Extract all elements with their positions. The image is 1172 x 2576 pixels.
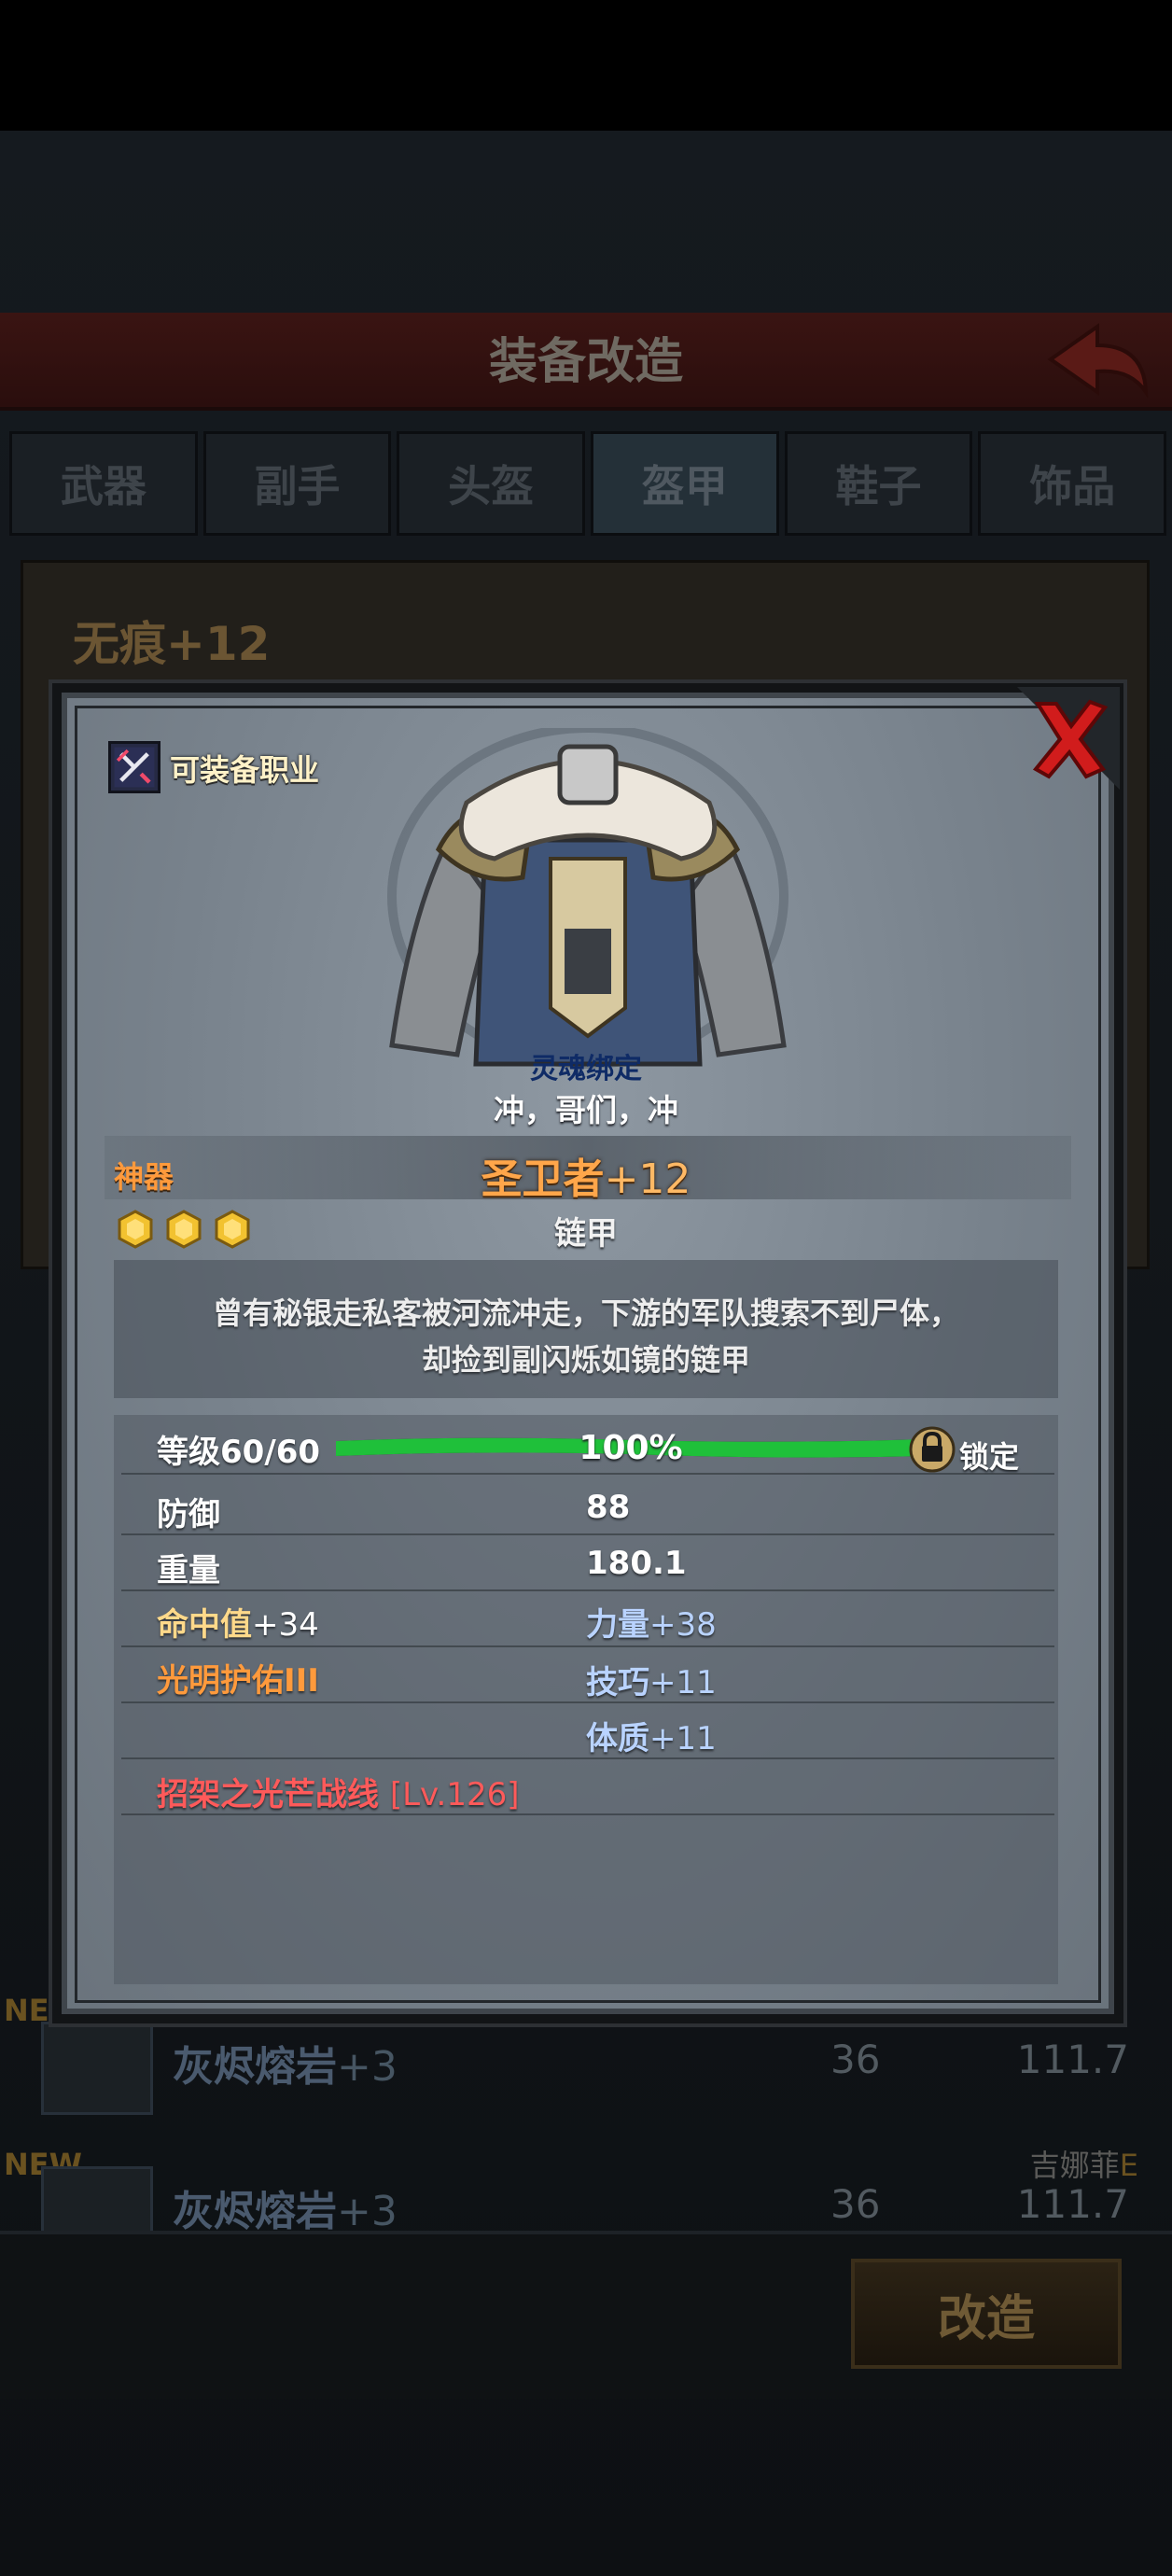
item-enhance: +3 bbox=[337, 2188, 398, 2235]
stat-row-blessing-dex: 光明护佑III 技巧+11 bbox=[121, 1647, 1054, 1703]
con-value: +11 bbox=[649, 1720, 717, 1757]
page-title: 装备改造 bbox=[488, 334, 683, 390]
hit-value: +34 bbox=[252, 1606, 319, 1644]
list-item[interactable]: 灰烬熔岩+3 36 111.7 bbox=[37, 2016, 1148, 2119]
dex-label: 技巧 bbox=[586, 1664, 649, 1701]
tab-weapon[interactable]: 武器 bbox=[9, 431, 198, 536]
item-title: 圣卫者+12 bbox=[0, 1145, 1172, 1205]
modify-button[interactable]: 改造 bbox=[851, 2259, 1122, 2369]
owner-suffix: E bbox=[1119, 2148, 1138, 2183]
str-value: +38 bbox=[649, 1606, 717, 1644]
item-weight: 111.7 bbox=[1016, 2037, 1129, 2082]
tab-shoes[interactable]: 鞋子 bbox=[784, 431, 973, 536]
category-tabs: 武器 副手 头盔 盔甲 鞋子 饰品 bbox=[9, 431, 1167, 536]
lock-label[interactable]: 锁定 bbox=[959, 1434, 1019, 1477]
item-owner-text: 冲，哥们，冲 bbox=[494, 1092, 678, 1128]
dex-stat: 技巧+11 bbox=[586, 1657, 717, 1702]
tab-armor[interactable]: 盔甲 bbox=[591, 431, 779, 536]
item-name-wrap: 灰烬熔岩+3 bbox=[173, 2177, 398, 2237]
item-weight: 111.7 bbox=[1016, 2181, 1129, 2227]
lock-icon[interactable] bbox=[909, 1424, 956, 1473]
owner-text: 吉娜菲 bbox=[1029, 2148, 1120, 2183]
description-line-1: 曾有秘银走私客被河流冲走，下游的军队搜索不到尸体， bbox=[212, 1295, 959, 1331]
stat-row-con: 体质+11 bbox=[121, 1703, 1054, 1759]
defense-value: 88 bbox=[586, 1489, 631, 1526]
status-bar bbox=[0, 0, 1172, 131]
weight-label: 重量 bbox=[157, 1552, 220, 1589]
chainmail-armor-image bbox=[387, 728, 788, 1069]
stat-row-hit-str: 命中值+34 力量+38 bbox=[121, 1591, 1054, 1647]
con-label: 体质 bbox=[586, 1720, 649, 1757]
soulbound-label: 灵魂绑定 bbox=[530, 1053, 642, 1085]
tab-accessory[interactable]: 饰品 bbox=[978, 431, 1167, 536]
tab-offhand[interactable]: 副手 bbox=[202, 431, 392, 536]
defense-label: 防御 bbox=[157, 1496, 220, 1533]
item-level: 36 bbox=[830, 2181, 881, 2227]
tab-helmet[interactable]: 头盔 bbox=[397, 431, 586, 536]
item-name: 灰烬熔岩 bbox=[173, 2043, 337, 2091]
skill-stat: 招架之光芒战线 [Lv.126] bbox=[157, 1769, 520, 1814]
item-thumbnail bbox=[41, 2022, 153, 2115]
item-description: 曾有秘银走私客被河流冲走，下游的军队搜索不到尸体， 却捡到副闪烁如镜的链甲 bbox=[114, 1290, 1058, 1383]
item-name: 圣卫者 bbox=[481, 1155, 605, 1203]
selected-item-name: 无痕+12 bbox=[73, 617, 271, 671]
equippable-class-label[interactable]: 可装备职业 bbox=[170, 747, 319, 790]
item-enhance-level: +12 bbox=[604, 1155, 691, 1203]
str-stat: 力量+38 bbox=[586, 1599, 717, 1645]
level-label: 等级60/60 bbox=[157, 1434, 321, 1471]
item-enhance: +3 bbox=[337, 2043, 398, 2091]
item-level: 36 bbox=[830, 2037, 881, 2082]
dex-value: +11 bbox=[649, 1664, 717, 1701]
item-type: 链甲 bbox=[554, 1215, 618, 1253]
item-name: 灰烬熔岩 bbox=[173, 2188, 337, 2235]
item-name-wrap: 灰烬熔岩+3 bbox=[173, 2033, 398, 2093]
hit-stat: 命中值+34 bbox=[157, 1599, 319, 1645]
back-arrow-icon[interactable] bbox=[1041, 317, 1153, 401]
con-stat: 体质+11 bbox=[586, 1713, 717, 1758]
str-label: 力量 bbox=[586, 1606, 649, 1644]
stat-row-defense: 防御 88 bbox=[121, 1479, 1054, 1535]
skill-level: [Lv.126] bbox=[389, 1776, 520, 1813]
owner-name: 吉娜菲E bbox=[1030, 2142, 1138, 2185]
weight-value: 180.1 bbox=[586, 1545, 687, 1582]
skill-name: 招架之光芒战线 bbox=[157, 1776, 379, 1813]
level-percent: 100% bbox=[579, 1429, 683, 1467]
description-line-2: 却捡到副闪烁如镜的链甲 bbox=[421, 1342, 750, 1378]
close-icon[interactable] bbox=[1017, 687, 1120, 790]
class-icon[interactable] bbox=[108, 741, 160, 793]
blessing-stat: 光明护佑III bbox=[157, 1662, 319, 1700]
stat-row-skill: 招架之光芒战线 [Lv.126] bbox=[121, 1759, 1054, 1815]
stat-row-weight: 重量 180.1 bbox=[121, 1535, 1054, 1591]
hit-label: 命中值 bbox=[157, 1606, 252, 1644]
